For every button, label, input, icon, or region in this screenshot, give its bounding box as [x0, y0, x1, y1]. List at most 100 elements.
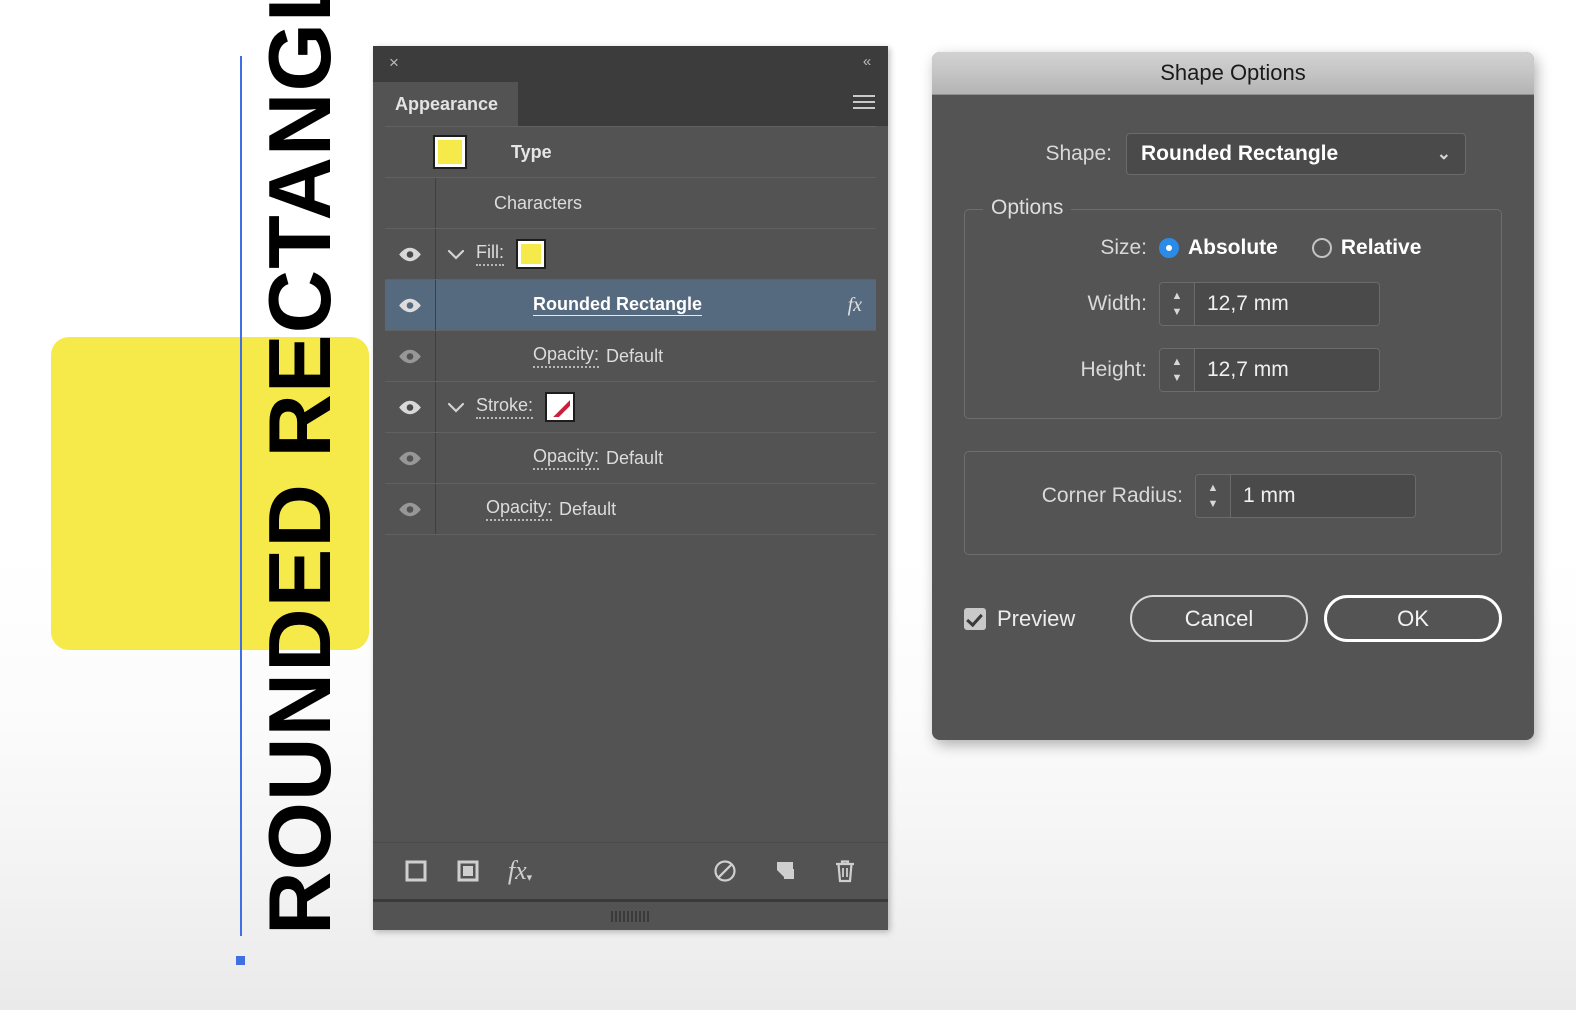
- preview-checkbox[interactable]: [964, 607, 986, 630]
- panel-menu-icon[interactable]: [853, 95, 875, 113]
- eye-cell[interactable]: [385, 229, 435, 279]
- clear-appearance-icon[interactable]: [706, 852, 744, 890]
- row-label[interactable]: Opacity:: [533, 344, 600, 368]
- dialog-body: Shape: Rounded Rectangle ⌄ Options Size:…: [932, 133, 1534, 555]
- add-new-stroke-icon[interactable]: [397, 852, 435, 890]
- row-label[interactable]: Opacity:: [533, 446, 600, 470]
- eye-cell[interactable]: [385, 433, 435, 483]
- square-outline-icon: [405, 860, 427, 882]
- type-fill-swatch[interactable]: [433, 135, 467, 169]
- shape-options-dialog: Shape Options Shape: Rounded Rectangle ⌄…: [932, 52, 1534, 740]
- menu-line: [853, 107, 875, 109]
- square-filled-icon: [457, 860, 479, 882]
- fill-color-swatch[interactable]: [516, 239, 546, 269]
- appearance-row-rounded-rectangle[interactable]: Rounded Rectangle fx: [385, 280, 876, 331]
- radio-size-relative[interactable]: [1311, 238, 1332, 258]
- rotated-headline-text[interactable]: ROUNDED RECTANGLE: [240, 0, 360, 935]
- corner-radius-stepper-input[interactable]: ▲ ▼ 1 mm: [1195, 474, 1416, 518]
- row-value: Default: [606, 345, 664, 366]
- appearance-row-characters[interactable]: Characters: [385, 178, 876, 229]
- menu-line: [853, 101, 875, 103]
- size-label: Size:: [1100, 236, 1147, 259]
- appearance-row-type[interactable]: Type: [385, 126, 876, 178]
- chevron-down-icon[interactable]: ▼: [1208, 498, 1219, 510]
- duplicate-item-icon[interactable]: [766, 852, 804, 890]
- radio-size-absolute-label[interactable]: Absolute: [1188, 236, 1278, 260]
- ok-button[interactable]: OK: [1324, 595, 1502, 642]
- height-input[interactable]: 12,7 mm: [1195, 349, 1379, 391]
- tab-appearance[interactable]: Appearance: [373, 82, 519, 126]
- add-new-effect-icon[interactable]: fx ▾: [501, 852, 539, 890]
- effect-fx-icon[interactable]: fx: [848, 294, 862, 317]
- row-label: Characters: [494, 192, 583, 213]
- row-label[interactable]: Opacity:: [486, 497, 553, 521]
- eye-cell[interactable]: [385, 331, 435, 381]
- chevron-down-icon[interactable]: ▼: [1172, 306, 1183, 318]
- width-stepper-input[interactable]: ▲ ▼ 12,7 mm: [1159, 282, 1380, 326]
- radio-size-relative-label[interactable]: Relative: [1341, 236, 1422, 260]
- visibility-eye-icon[interactable]: [398, 349, 422, 364]
- grip-lines: [610, 910, 651, 922]
- appearance-row-object-opacity[interactable]: Opacity: Default: [385, 484, 876, 535]
- expand-fill-caret-icon[interactable]: [436, 249, 476, 260]
- options-group: Options Size: Absolute Relative Width: ▲…: [964, 196, 1502, 419]
- corner-radius-label: Corner Radius:: [1041, 484, 1183, 507]
- row-label: Fill:: [476, 242, 504, 266]
- chevron-up-icon[interactable]: ▲: [1172, 290, 1183, 302]
- dialog-footer: Preview Cancel OK: [932, 595, 1534, 642]
- shape-select[interactable]: Rounded Rectangle ⌄: [1126, 133, 1466, 175]
- appearance-row-stroke[interactable]: Stroke:: [385, 382, 876, 433]
- appearance-row-fill-opacity[interactable]: Opacity: Default: [385, 331, 876, 382]
- visibility-eye-icon[interactable]: [398, 400, 422, 415]
- eye-cell[interactable]: [385, 280, 435, 330]
- visibility-eye-icon[interactable]: [398, 298, 422, 313]
- width-input[interactable]: 12,7 mm: [1195, 283, 1379, 325]
- visibility-eye-icon[interactable]: [398, 451, 422, 466]
- appearance-row-stroke-opacity[interactable]: Opacity: Default: [385, 433, 876, 484]
- chevron-down-icon[interactable]: ▼: [1172, 372, 1183, 384]
- height-stepper-input[interactable]: ▲ ▼ 12,7 mm: [1159, 348, 1380, 392]
- shape-label: Shape:: [1045, 142, 1112, 165]
- height-label: Height:: [1080, 358, 1147, 381]
- text-anchor-point[interactable]: [236, 956, 245, 965]
- visibility-eye-icon[interactable]: [398, 247, 422, 262]
- close-icon[interactable]: ×: [385, 54, 403, 72]
- row-label: Stroke:: [476, 395, 534, 419]
- panel-footer-toolbar: fx ▾: [373, 842, 888, 899]
- row-body: Characters: [436, 193, 876, 214]
- duplicate-page-icon: [777, 862, 794, 879]
- expand-stroke-caret-icon[interactable]: [436, 402, 476, 413]
- corner-radius-stepper-arrows[interactable]: ▲ ▼: [1196, 475, 1231, 517]
- menu-line: [853, 95, 875, 97]
- row-label[interactable]: Rounded Rectangle: [533, 294, 703, 316]
- corner-radius-input[interactable]: 1 mm: [1231, 475, 1415, 517]
- chevron-down-icon: [447, 402, 465, 413]
- panel-tab-row: Appearance: [373, 82, 888, 126]
- appearance-row-fill[interactable]: Fill:: [385, 229, 876, 280]
- appearance-item-list: Type Characters Fill: Rounded Rectangle …: [373, 126, 888, 842]
- eye-cell[interactable]: [385, 382, 435, 432]
- fx-caret: ▾: [526, 872, 533, 884]
- eye-cell[interactable]: [385, 484, 435, 534]
- width-row: Width: ▲ ▼ 12,7 mm: [987, 282, 1479, 326]
- add-new-fill-icon[interactable]: [449, 852, 487, 890]
- cancel-button[interactable]: Cancel: [1130, 595, 1308, 642]
- collapse-panel-icon[interactable]: «: [858, 53, 876, 71]
- chevron-down-icon: [447, 249, 465, 260]
- size-row: Size: Absolute Relative: [987, 236, 1479, 260]
- preview-label[interactable]: Preview: [997, 606, 1075, 632]
- delete-item-icon[interactable]: [826, 852, 864, 890]
- stroke-none-swatch[interactable]: [545, 392, 576, 422]
- visibility-eye-icon[interactable]: [398, 502, 422, 517]
- row-body: Stroke:: [476, 392, 876, 422]
- width-stepper-arrows[interactable]: ▲ ▼: [1160, 283, 1195, 325]
- width-label: Width:: [1087, 292, 1147, 315]
- dialog-titlebar[interactable]: Shape Options: [932, 52, 1534, 95]
- height-stepper-arrows[interactable]: ▲ ▼: [1160, 349, 1195, 391]
- radio-size-absolute[interactable]: [1159, 238, 1179, 258]
- chevron-up-icon[interactable]: ▲: [1208, 482, 1219, 494]
- chevron-up-icon[interactable]: ▲: [1172, 356, 1183, 368]
- fx-glyph: fx: [507, 856, 527, 885]
- text-baseline-guide: [240, 56, 242, 936]
- panel-resize-grip[interactable]: [373, 899, 888, 930]
